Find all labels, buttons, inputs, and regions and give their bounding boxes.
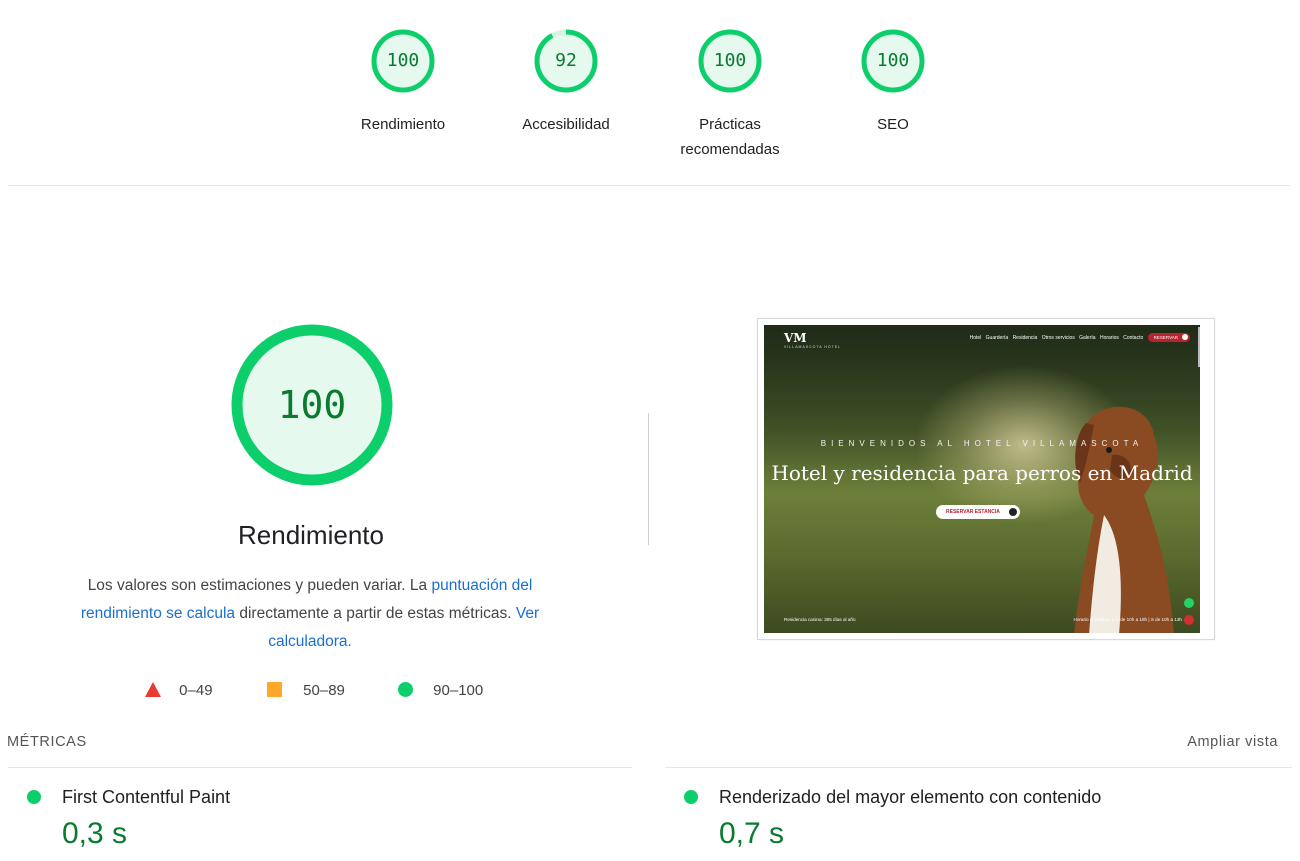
legend-label: 0–49	[179, 682, 213, 699]
performance-description: Los valores son estimaciones y pueden va…	[60, 572, 560, 656]
nav-item: Hotel	[969, 335, 982, 341]
category-gauges: 100 Rendimiento 92 Accesibilidad 100 Prá…	[0, 0, 1300, 185]
welcome-text: BIENVENIDOS AL HOTEL VILLAMASCOTA	[820, 439, 1144, 448]
score-value: 100	[876, 50, 910, 71]
divider	[8, 767, 632, 768]
gauge-label: Prácticas recomendadas	[680, 116, 780, 158]
footer-right-text: Horario al público: L-V de 10h a 18h | S…	[1073, 617, 1182, 622]
score-ring: 100	[697, 28, 763, 94]
average-square-icon	[267, 682, 282, 697]
footer-left-text: Residencia canina: 365 días al año	[784, 617, 856, 622]
gauge-label: Rendimiento	[360, 116, 446, 133]
reserve-pill: RESERVAR	[1147, 333, 1190, 342]
nav-item: Residencia	[1012, 335, 1038, 341]
calendar-icon	[1184, 615, 1194, 625]
nav-item: Horarios	[1099, 335, 1119, 341]
pass-circle-icon	[684, 790, 698, 804]
metric-label: First Contentful Paint	[62, 787, 231, 807]
final-screenshot[interactable]: VM VILLAMASCOTA HOTEL Hotel Guardería Re…	[757, 318, 1215, 640]
gauge-seo[interactable]: 100 SEO	[833, 28, 953, 137]
score-legend: 0–49 50–89 90–100	[0, 681, 620, 701]
legend-fail: 0–49	[145, 681, 213, 701]
expand-view-toggle[interactable]: Ampliar vista	[1187, 734, 1278, 750]
nav-item: Galería	[1079, 335, 1096, 341]
metrics-heading: MÉTRICAS	[7, 734, 87, 750]
nav-item: Guardería	[985, 335, 1009, 341]
gauge-label: Accesibilidad	[522, 116, 610, 133]
pass-circle-icon	[27, 790, 41, 804]
screenshot-image: VM VILLAMASCOTA HOTEL Hotel Guardería Re…	[764, 325, 1200, 633]
site-logo-subtitle: VILLAMASCOTA HOTEL	[784, 345, 842, 349]
whatsapp-icon	[1184, 598, 1194, 608]
divider	[665, 767, 1292, 768]
description-text: Los valores son estimaciones y pueden va…	[87, 577, 432, 594]
divider	[8, 185, 1290, 186]
performance-score: 100	[277, 383, 347, 427]
metric-fcp: First Contentful Paint 0,3 s	[27, 787, 627, 857]
score-ring: 100	[370, 28, 436, 94]
gauge-best-practices[interactable]: 100 Prácticas recomendadas	[670, 28, 790, 162]
gauge-accessibility[interactable]: 92 Accesibilidad	[506, 28, 626, 137]
legend-average: 50–89	[267, 681, 345, 701]
legend-label: 50–89	[303, 682, 345, 699]
dog-image	[1074, 406, 1174, 633]
gauge-label: SEO	[877, 116, 909, 133]
metric-value: 0,7 s	[719, 817, 785, 850]
score-ring: 92	[533, 28, 599, 94]
legend-pass: 90–100	[398, 681, 483, 701]
pass-circle-icon	[398, 682, 413, 697]
performance-gauge-large: 100	[230, 323, 394, 487]
score-value: 100	[713, 50, 747, 71]
metric-lcp: Renderizado del mayor elemento con conte…	[684, 787, 1284, 857]
nav-item: Otros servicios	[1041, 335, 1075, 341]
legend-label: 90–100	[433, 682, 484, 699]
metric-label: Renderizado del mayor elemento con conte…	[719, 787, 1102, 807]
thumbnail-scrollbar	[1198, 327, 1200, 367]
score-value: 92	[555, 50, 577, 71]
description-text: directamente a partir de estas métricas.	[235, 605, 516, 622]
site-nav: Hotel Guardería Residencia Otros servici…	[967, 333, 1190, 342]
metric-value: 0,3 s	[62, 817, 128, 850]
hero-headline: Hotel y residencia para perros en Madrid	[771, 461, 1193, 485]
site-logo: VM	[784, 331, 807, 345]
vertical-divider	[648, 413, 649, 545]
cta-pill: RESERVAR ESTANCIA	[936, 505, 1020, 519]
score-value: 100	[386, 50, 420, 71]
score-ring: 100	[860, 28, 926, 94]
fail-triangle-icon	[145, 682, 161, 697]
performance-title: Rendimiento	[238, 520, 384, 550]
nav-item: Contacto	[1123, 335, 1144, 341]
gauge-performance[interactable]: 100 Rendimiento	[343, 28, 463, 137]
